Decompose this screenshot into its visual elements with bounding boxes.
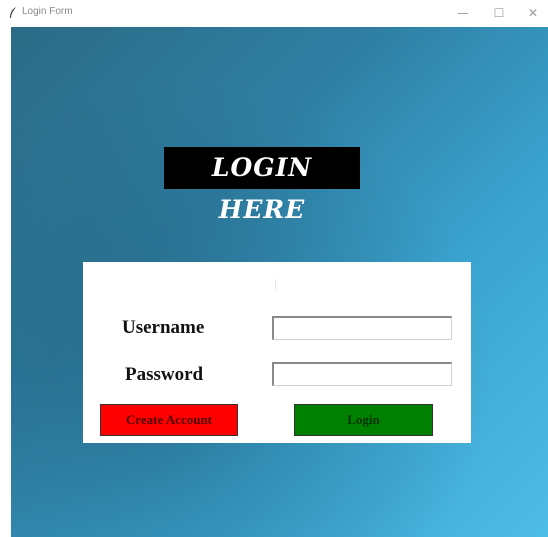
password-label: Password bbox=[125, 364, 204, 385]
password-input[interactable] bbox=[272, 362, 452, 386]
title-bar[interactable]: Login Form — ☐ ✕ bbox=[0, 0, 548, 26]
app-window: Login Form — ☐ ✕ LOGIN HERE Username Pas… bbox=[0, 0, 548, 537]
window-title: Login Form bbox=[22, 6, 73, 17]
maximize-button[interactable]: ☐ bbox=[482, 0, 516, 26]
login-heading: LOGIN HERE bbox=[164, 147, 360, 224]
divider bbox=[275, 279, 276, 291]
login-button[interactable]: Login bbox=[294, 404, 433, 436]
feather-icon bbox=[8, 6, 18, 20]
minimize-button[interactable]: — bbox=[446, 0, 480, 26]
create-account-button[interactable]: Create Account bbox=[100, 404, 238, 436]
username-input[interactable] bbox=[272, 316, 452, 340]
login-form-panel: Username Password Create Account Login bbox=[83, 262, 471, 443]
close-button[interactable]: ✕ bbox=[516, 0, 548, 26]
username-label: Username bbox=[122, 317, 205, 338]
login-background: LOGIN HERE Username Password Create Acco… bbox=[11, 27, 548, 537]
